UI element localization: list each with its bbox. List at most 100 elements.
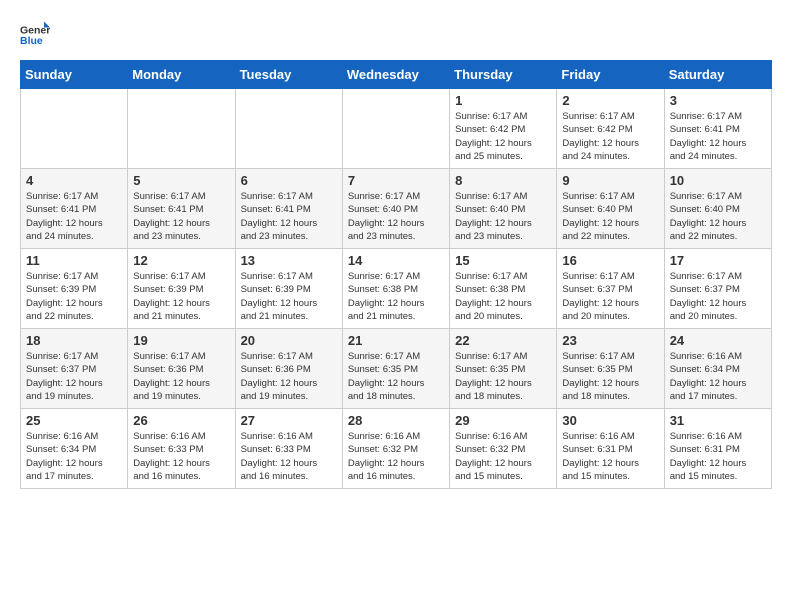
day-info: Sunrise: 6:17 AM Sunset: 6:39 PM Dayligh… bbox=[133, 270, 229, 323]
day-cell-21: 21Sunrise: 6:17 AM Sunset: 6:35 PM Dayli… bbox=[342, 329, 449, 409]
day-number: 2 bbox=[562, 93, 658, 108]
day-cell-17: 17 Sunrise: 6:17 AM Sunset: 6:37 PM Dayli… bbox=[664, 249, 771, 329]
day-number: 11 bbox=[26, 253, 122, 268]
day-cell-30: 30 Sunrise: 6:16 AM Sunset: 6:31 PM Dayli… bbox=[557, 409, 664, 489]
logo-icon: General Blue bbox=[20, 20, 50, 50]
day-info: Sunrise: 6:17 AM Sunset: 6:41 PM Dayligh… bbox=[26, 190, 122, 243]
day-info: Sunrise: 6:17 AM Sunset: 6:35 PM Dayligh… bbox=[348, 350, 444, 403]
day-cell-25: 25 Sunrise: 6:16 AM Sunset: 6:34 PM Dayli… bbox=[21, 409, 128, 489]
day-info: Sunrise: 6:17 AM Sunset: 6:41 PM Dayligh… bbox=[241, 190, 337, 243]
weekday-header-friday: Friday bbox=[557, 61, 664, 89]
day-cell-7: 7Sunrise: 6:17 AM Sunset: 6:40 PM Daylig… bbox=[342, 169, 449, 249]
week-row-1: 1 Sunrise: 6:17 AM Sunset: 6:42 PM Daylig… bbox=[21, 89, 772, 169]
day-info: Sunrise: 6:17 AM Sunset: 6:38 PM Dayligh… bbox=[455, 270, 551, 323]
day-number: 25 bbox=[26, 413, 122, 428]
day-number: 14 bbox=[348, 253, 444, 268]
day-info: Sunrise: 6:17 AM Sunset: 6:36 PM Dayligh… bbox=[241, 350, 337, 403]
day-info: Sunrise: 6:17 AM Sunset: 6:41 PM Dayligh… bbox=[670, 110, 766, 163]
day-number: 30 bbox=[562, 413, 658, 428]
day-info: Sunrise: 6:17 AM Sunset: 6:42 PM Dayligh… bbox=[455, 110, 551, 163]
day-number: 9 bbox=[562, 173, 658, 188]
day-cell-14: 14 Sunrise: 6:17 AM Sunset: 6:38 PM Dayli… bbox=[342, 249, 449, 329]
day-info: Sunrise: 6:17 AM Sunset: 6:42 PM Dayligh… bbox=[562, 110, 658, 163]
day-number: 26 bbox=[133, 413, 229, 428]
day-number: 24 bbox=[670, 333, 766, 348]
day-number: 12 bbox=[133, 253, 229, 268]
day-info: Sunrise: 6:17 AM Sunset: 6:40 PM Dayligh… bbox=[455, 190, 551, 243]
day-info: Sunrise: 6:17 AM Sunset: 6:39 PM Dayligh… bbox=[241, 270, 337, 323]
empty-cell bbox=[342, 89, 449, 169]
day-info: Sunrise: 6:17 AM Sunset: 6:40 PM Dayligh… bbox=[562, 190, 658, 243]
day-number: 29 bbox=[455, 413, 551, 428]
empty-cell bbox=[128, 89, 235, 169]
day-cell-26: 26 Sunrise: 6:16 AM Sunset: 6:33 PM Dayli… bbox=[128, 409, 235, 489]
day-number: 17 bbox=[670, 253, 766, 268]
week-row-4: 18 Sunrise: 6:17 AM Sunset: 6:37 PM Dayli… bbox=[21, 329, 772, 409]
day-number: 20 bbox=[241, 333, 337, 348]
day-cell-27: 27 Sunrise: 6:16 AM Sunset: 6:33 PM Dayli… bbox=[235, 409, 342, 489]
day-cell-22: 22 Sunrise: 6:17 AM Sunset: 6:35 PM Dayli… bbox=[450, 329, 557, 409]
day-cell-9: 9 Sunrise: 6:17 AM Sunset: 6:40 PM Daylig… bbox=[557, 169, 664, 249]
day-info: Sunrise: 6:17 AM Sunset: 6:40 PM Dayligh… bbox=[348, 190, 444, 243]
day-number: 31 bbox=[670, 413, 766, 428]
day-number: 22 bbox=[455, 333, 551, 348]
day-info: Sunrise: 6:16 AM Sunset: 6:34 PM Dayligh… bbox=[26, 430, 122, 483]
day-info: Sunrise: 6:17 AM Sunset: 6:37 PM Dayligh… bbox=[562, 270, 658, 323]
day-info: Sunrise: 6:16 AM Sunset: 6:31 PM Dayligh… bbox=[562, 430, 658, 483]
day-number: 4 bbox=[26, 173, 122, 188]
weekday-header-sunday: Sunday bbox=[21, 61, 128, 89]
day-info: Sunrise: 6:16 AM Sunset: 6:33 PM Dayligh… bbox=[241, 430, 337, 483]
weekday-header-row: SundayMondayTuesdayWednesdayThursdayFrid… bbox=[21, 61, 772, 89]
day-info: Sunrise: 6:17 AM Sunset: 6:35 PM Dayligh… bbox=[562, 350, 658, 403]
day-number: 18 bbox=[26, 333, 122, 348]
calendar-table: SundayMondayTuesdayWednesdayThursdayFrid… bbox=[20, 60, 772, 489]
day-cell-10: 10Sunrise: 6:17 AM Sunset: 6:40 PM Dayli… bbox=[664, 169, 771, 249]
day-cell-29: 29 Sunrise: 6:16 AM Sunset: 6:32 PM Dayli… bbox=[450, 409, 557, 489]
day-cell-19: 19 Sunrise: 6:17 AM Sunset: 6:36 PM Dayli… bbox=[128, 329, 235, 409]
day-number: 16 bbox=[562, 253, 658, 268]
day-cell-8: 8 Sunrise: 6:17 AM Sunset: 6:40 PM Daylig… bbox=[450, 169, 557, 249]
day-info: Sunrise: 6:17 AM Sunset: 6:37 PM Dayligh… bbox=[26, 350, 122, 403]
day-info: Sunrise: 6:17 AM Sunset: 6:35 PM Dayligh… bbox=[455, 350, 551, 403]
day-number: 19 bbox=[133, 333, 229, 348]
page-header: General Blue bbox=[20, 20, 772, 50]
day-info: Sunrise: 6:17 AM Sunset: 6:41 PM Dayligh… bbox=[133, 190, 229, 243]
day-info: Sunrise: 6:16 AM Sunset: 6:33 PM Dayligh… bbox=[133, 430, 229, 483]
day-cell-18: 18 Sunrise: 6:17 AM Sunset: 6:37 PM Dayli… bbox=[21, 329, 128, 409]
day-number: 8 bbox=[455, 173, 551, 188]
day-cell-12: 12 Sunrise: 6:17 AM Sunset: 6:39 PM Dayli… bbox=[128, 249, 235, 329]
weekday-header-saturday: Saturday bbox=[664, 61, 771, 89]
day-cell-16: 16 Sunrise: 6:17 AM Sunset: 6:37 PM Dayli… bbox=[557, 249, 664, 329]
weekday-header-thursday: Thursday bbox=[450, 61, 557, 89]
day-info: Sunrise: 6:17 AM Sunset: 6:37 PM Dayligh… bbox=[670, 270, 766, 323]
day-cell-20: 20 Sunrise: 6:17 AM Sunset: 6:36 PM Dayli… bbox=[235, 329, 342, 409]
day-info: Sunrise: 6:16 AM Sunset: 6:32 PM Dayligh… bbox=[348, 430, 444, 483]
day-cell-4: 4 Sunrise: 6:17 AM Sunset: 6:41 PM Daylig… bbox=[21, 169, 128, 249]
day-number: 28 bbox=[348, 413, 444, 428]
day-cell-31: 31Sunrise: 6:16 AM Sunset: 6:31 PM Dayli… bbox=[664, 409, 771, 489]
day-info: Sunrise: 6:17 AM Sunset: 6:36 PM Dayligh… bbox=[133, 350, 229, 403]
day-number: 23 bbox=[562, 333, 658, 348]
day-number: 27 bbox=[241, 413, 337, 428]
day-cell-13: 13 Sunrise: 6:17 AM Sunset: 6:39 PM Dayli… bbox=[235, 249, 342, 329]
weekday-header-monday: Monday bbox=[128, 61, 235, 89]
day-cell-5: 5Sunrise: 6:17 AM Sunset: 6:41 PM Daylig… bbox=[128, 169, 235, 249]
day-info: Sunrise: 6:17 AM Sunset: 6:38 PM Dayligh… bbox=[348, 270, 444, 323]
day-info: Sunrise: 6:17 AM Sunset: 6:39 PM Dayligh… bbox=[26, 270, 122, 323]
day-cell-24: 24 Sunrise: 6:16 AM Sunset: 6:34 PM Dayli… bbox=[664, 329, 771, 409]
day-cell-1: 1 Sunrise: 6:17 AM Sunset: 6:42 PM Daylig… bbox=[450, 89, 557, 169]
week-row-3: 11 Sunrise: 6:17 AM Sunset: 6:39 PM Dayli… bbox=[21, 249, 772, 329]
day-info: Sunrise: 6:16 AM Sunset: 6:34 PM Dayligh… bbox=[670, 350, 766, 403]
empty-cell bbox=[235, 89, 342, 169]
day-number: 13 bbox=[241, 253, 337, 268]
day-cell-11: 11 Sunrise: 6:17 AM Sunset: 6:39 PM Dayli… bbox=[21, 249, 128, 329]
day-cell-15: 15Sunrise: 6:17 AM Sunset: 6:38 PM Dayli… bbox=[450, 249, 557, 329]
day-number: 10 bbox=[670, 173, 766, 188]
week-row-2: 4 Sunrise: 6:17 AM Sunset: 6:41 PM Daylig… bbox=[21, 169, 772, 249]
day-info: Sunrise: 6:16 AM Sunset: 6:32 PM Dayligh… bbox=[455, 430, 551, 483]
empty-cell bbox=[21, 89, 128, 169]
day-number: 1 bbox=[455, 93, 551, 108]
day-cell-3: 3 Sunrise: 6:17 AM Sunset: 6:41 PM Daylig… bbox=[664, 89, 771, 169]
day-number: 3 bbox=[670, 93, 766, 108]
day-cell-6: 6Sunrise: 6:17 AM Sunset: 6:41 PM Daylig… bbox=[235, 169, 342, 249]
